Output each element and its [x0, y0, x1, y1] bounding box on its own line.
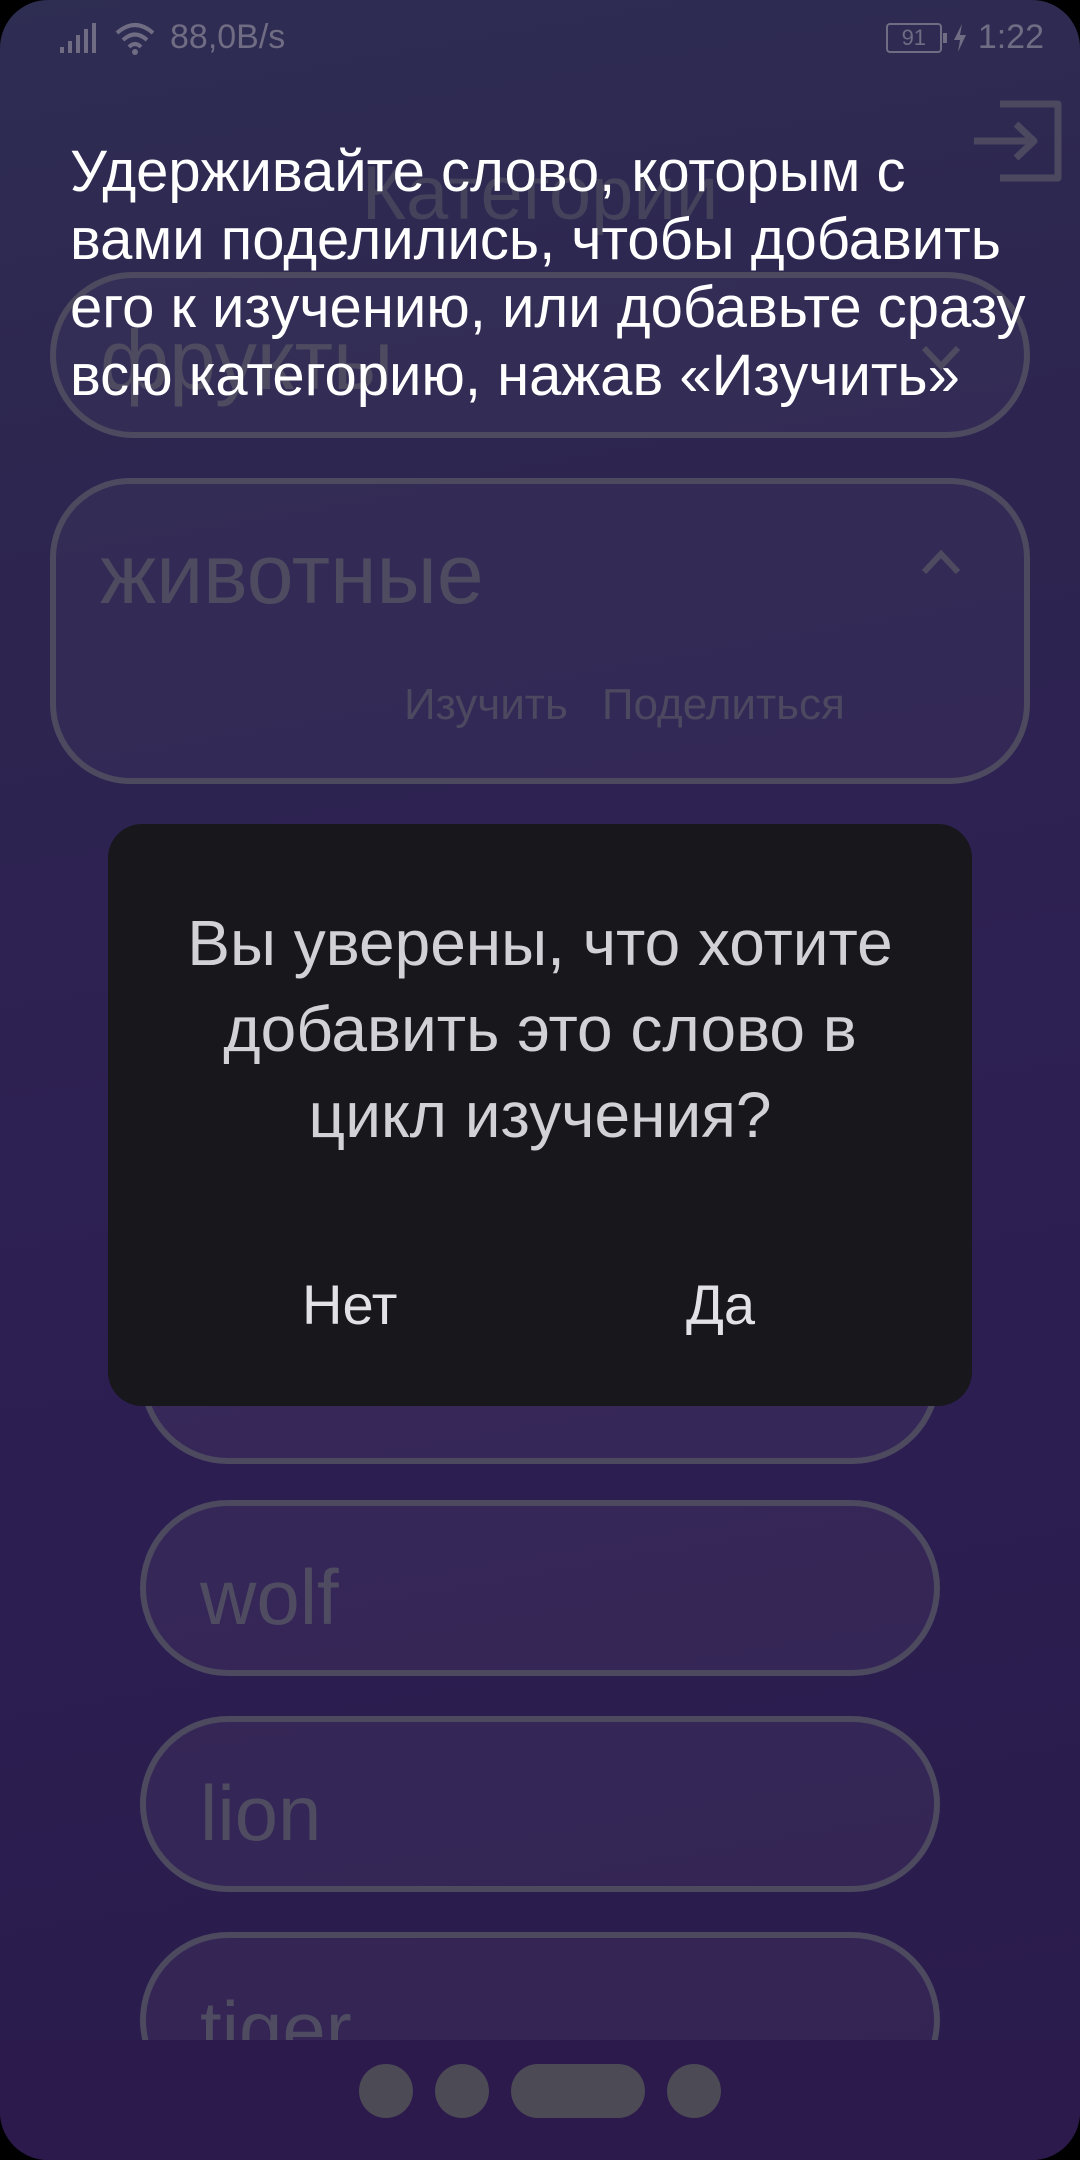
confirm-dialog: Вы уверены, что хотите добавить это слов… [108, 824, 972, 1406]
screen: 88,0B/s 91 1:22 Категории фрукты животны… [0, 0, 1080, 2160]
category-card-animals[interactable]: животные Изучить Поделиться [50, 478, 1030, 784]
status-right: 91 1:22 [885, 18, 1044, 57]
network-speed: 88,0B/s [170, 18, 286, 56]
word-item[interactable]: wolf [140, 1500, 940, 1676]
pager-dot[interactable] [359, 2064, 413, 2118]
no-button[interactable]: Нет [302, 1272, 397, 1337]
word-label: wolf [200, 1553, 339, 1641]
yes-button[interactable]: Да [686, 1272, 755, 1337]
status-bar: 88,0B/s 91 1:22 [0, 0, 1080, 72]
dialog-message: Вы уверены, что хотите добавить это слов… [187, 907, 893, 1151]
chevron-up-icon[interactable] [918, 540, 964, 586]
category-name: животные [100, 527, 484, 621]
pager-indicator [0, 2064, 1080, 2118]
pager-dot[interactable] [667, 2064, 721, 2118]
signal-icon [60, 22, 96, 53]
battery-level: 91 [901, 24, 927, 50]
clock: 1:22 [977, 18, 1044, 56]
word-label: lion [200, 1769, 322, 1857]
word-item[interactable]: lion [140, 1716, 940, 1892]
status-left: 88,0B/s [60, 18, 285, 57]
pager-dot-active[interactable] [511, 2064, 645, 2118]
learn-button[interactable]: Изучить [404, 680, 568, 730]
wifi-icon [115, 22, 155, 55]
onboarding-hint: Удерживайте слово, которым с вами подели… [70, 139, 1026, 408]
category-actions: Изучить Поделиться [404, 680, 845, 730]
charging-icon [953, 23, 966, 52]
battery-icon: 91 [885, 22, 947, 53]
share-button[interactable]: Поделиться [602, 680, 845, 730]
pager-dot[interactable] [435, 2064, 489, 2118]
